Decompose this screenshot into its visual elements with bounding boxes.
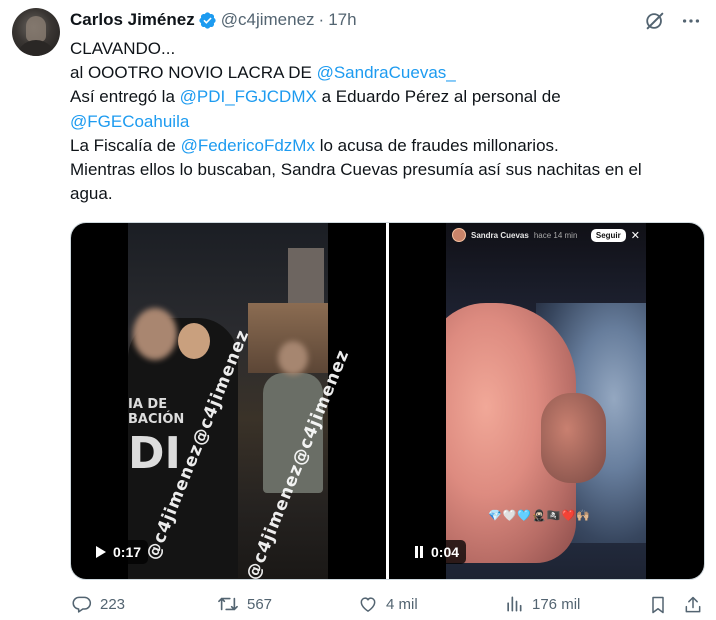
video-1-blurred-face (278, 341, 308, 375)
avatar[interactable] (12, 8, 60, 56)
video-2-duration: 0:04 (431, 544, 460, 560)
video-1[interactable]: IA DE BACIÓN DI @c4jimenez@c4jimenez @c4… (71, 223, 386, 579)
repost-count: 567 (247, 595, 273, 613)
avatar-hand (26, 16, 46, 42)
separator-dot: · (318, 10, 325, 29)
play-icon[interactable] (96, 546, 106, 558)
tweet[interactable]: Carlos Jiménez @c4jimenez · 17h CLAVANDO… (0, 0, 716, 620)
video-1-sign (288, 248, 324, 308)
action-bar: 223 567 4 mil 176 mil (70, 594, 710, 618)
video-2[interactable]: Sandra Cuevas hace 14 min Seguir ✕ 💎🤍🩵🥷🏻… (389, 223, 704, 579)
story-header: Sandra Cuevas hace 14 min Seguir ✕ (446, 223, 646, 247)
bookmark-icon (652, 596, 664, 614)
tweet-text-line: Mientras ellos lo buscaban, Sandra Cueva… (70, 158, 710, 182)
tweet-text-segment: La Fiscalía de (70, 135, 181, 155)
more-options-icon[interactable] (680, 10, 702, 32)
share-icon (685, 596, 701, 613)
patch-line-2: BACIÓN (128, 412, 185, 427)
repost-button[interactable]: 567 (217, 594, 272, 614)
video-1-vest-patch: IA DE BACIÓN DI (128, 398, 184, 476)
tweet-text-segment: CLAVANDO... (70, 39, 176, 58)
tweet-time[interactable]: 17h (328, 10, 356, 30)
video-1-controls[interactable]: 0:17 (89, 540, 149, 564)
tweet-text-segment: a Eduardo Pérez al personal de (316, 87, 561, 107)
verified-badge-icon[interactable] (198, 11, 217, 30)
views-count: 176 mil (532, 595, 581, 613)
patch-line-3: DI (128, 428, 181, 479)
tweet-text-line: Así entregó la @PDI_FGJCDMX a Eduardo Pé… (70, 85, 710, 109)
tweet-top-icons (644, 10, 702, 32)
bookmark-button[interactable] (648, 594, 668, 616)
avatar-shoulder (16, 40, 56, 56)
grok-icon[interactable] (644, 10, 666, 32)
video-2-frame: Sandra Cuevas hace 14 min Seguir ✕ 💎🤍🩵🥷🏻… (446, 223, 646, 579)
video-1-blurred-face-agent (133, 308, 177, 360)
like-count: 4 mil (386, 595, 418, 613)
like-button[interactable]: 4 mil (358, 594, 418, 614)
video-1-detainee-head (178, 323, 210, 359)
mention-link[interactable]: @FGECoahuila (70, 112, 189, 131)
tweet-text-segment: al OOOTRO NOVIO LACRA DE (70, 63, 317, 83)
share-button[interactable] (683, 594, 703, 616)
story-avatar (452, 228, 466, 242)
heart-icon (360, 597, 376, 612)
video-1-frame: IA DE BACIÓN DI @c4jimenez@c4jimenez @c4… (128, 223, 354, 579)
author-name[interactable]: Carlos Jiménez (70, 10, 195, 30)
tweet-text-line: agua. (70, 182, 710, 206)
pause-icon[interactable] (414, 546, 424, 558)
video-2-controls[interactable]: 0:04 (407, 540, 467, 564)
repost-icon (218, 597, 238, 611)
story-username: Sandra Cuevas (471, 230, 529, 240)
mention-link[interactable]: @FedericoFdzMx (181, 136, 315, 155)
tweet-text-line: al OOOTRO NOVIO LACRA DE @SandraCuevas_ (70, 61, 710, 85)
author-handle[interactable]: @c4jimenez (221, 10, 315, 30)
patch-line-1: IA DE (128, 397, 168, 412)
tweet-text-line: CLAVANDO... (70, 37, 710, 61)
tweet-header: Carlos Jiménez @c4jimenez · 17h (70, 9, 357, 31)
story-close-icon: ✕ (630, 229, 640, 242)
reply-count: 223 (100, 595, 126, 613)
mention-link[interactable]: @SandraCuevas_ (317, 63, 456, 82)
tweet-text-segment: Mientras ellos lo buscaban, Sandra Cueva… (70, 160, 642, 180)
story-follow-button: Seguir (590, 228, 626, 242)
tweet-text-line: @FGECoahuila (70, 110, 710, 134)
reply-button[interactable]: 223 (72, 594, 125, 614)
story-time: hace 14 min (533, 230, 578, 240)
views-icon (507, 596, 522, 612)
media-grid: IA DE BACIÓN DI @c4jimenez@c4jimenez @c4… (70, 222, 705, 580)
tweet-text: CLAVANDO... al OOOTRO NOVIO LACRA DE @San… (70, 37, 710, 206)
tweet-text-line: La Fiscalía de @FedericoFdzMx lo acusa d… (70, 134, 710, 158)
tweet-text-segment: Así entregó la (70, 87, 180, 107)
video-2-hand (541, 393, 606, 483)
mention-link[interactable]: @PDI_FGJCDMX (180, 87, 317, 106)
video-1-duration: 0:17 (113, 544, 142, 560)
reply-icon (72, 596, 92, 613)
tweet-text-segment: agua. (70, 184, 113, 204)
views-button[interactable]: 176 mil (504, 594, 580, 614)
tweet-text-segment: lo acusa de fraudes millonarios. (314, 135, 559, 155)
story-emojis: 💎🤍🩵🥷🏻🏴‍☠️❤️🙌🏼 (488, 510, 591, 522)
